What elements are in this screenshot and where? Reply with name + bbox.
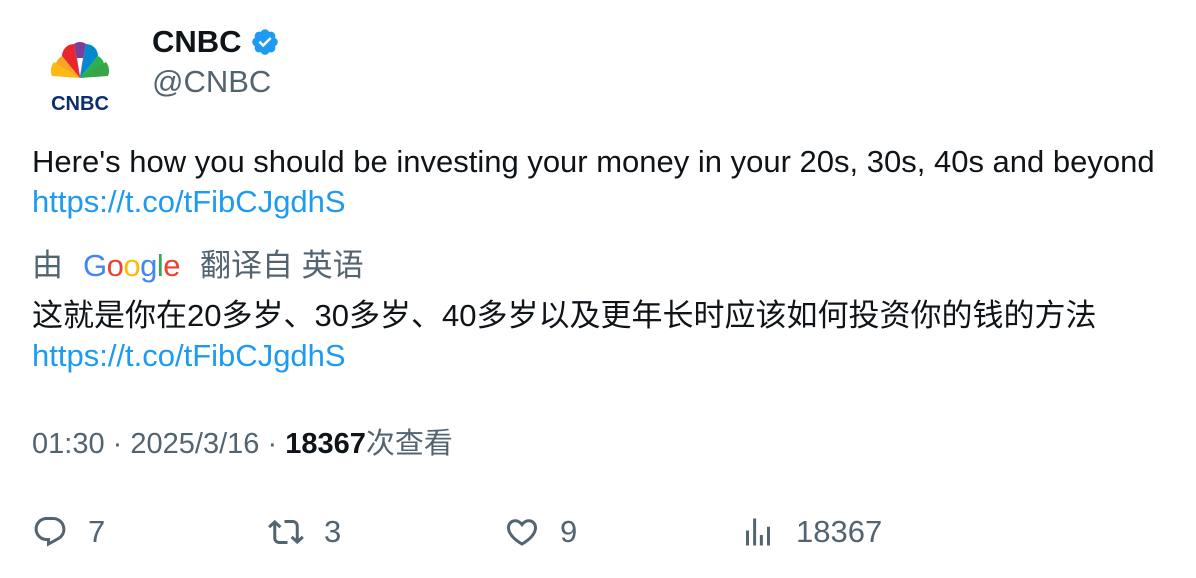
- svg-text:CNBC: CNBC: [51, 93, 109, 115]
- reply-count: 7: [88, 514, 106, 549]
- tweet-date[interactable]: 2025/3/16: [130, 428, 259, 460]
- tweet-header: CNBC CNBC @CNBC: [32, 20, 632, 124]
- avatar[interactable]: CNBC: [32, 28, 128, 124]
- retweet-icon: [268, 519, 304, 545]
- google-logo: Google: [83, 248, 181, 283]
- retweet-count: 3: [324, 514, 342, 549]
- retweet-button[interactable]: 3: [268, 510, 341, 554]
- translation-attribution: 由 Google 翻译自 英语: [32, 246, 364, 286]
- tweet-body: Here's how you should be investing your …: [32, 144, 1155, 179]
- like-count: 9: [560, 514, 578, 549]
- translation-prefix: 由: [32, 248, 63, 283]
- reply-icon: [34, 517, 66, 547]
- tweet-link[interactable]: https://t.co/tFibCJgdhS: [32, 184, 346, 219]
- meta-separator: ·: [112, 428, 123, 460]
- handle[interactable]: @CNBC: [152, 64, 271, 100]
- views-count: 18367: [285, 428, 366, 460]
- verified-badge-icon: [251, 29, 278, 55]
- reply-button[interactable]: 7: [32, 510, 105, 554]
- heart-icon: [506, 519, 538, 546]
- action-bar: 7 3 9 18367: [32, 510, 1172, 558]
- display-name[interactable]: CNBC: [152, 24, 280, 60]
- translated-body: 这就是你在20多岁、30多岁、40多岁以及更年长时应该如何投资你的钱的方法: [32, 298, 1097, 333]
- views-button[interactable]: 18367: [740, 510, 882, 554]
- tweet-text: Here's how you should be investing your …: [32, 142, 1162, 222]
- tweet-time[interactable]: 01:30: [32, 428, 105, 460]
- views-action-count: 18367: [796, 514, 883, 549]
- translation-suffix[interactable]: 翻译自 英语: [200, 246, 364, 286]
- translated-link[interactable]: https://t.co/tFibCJgdhS: [32, 338, 346, 373]
- translated-text: 这就是你在20多岁、30多岁、40多岁以及更年长时应该如何投资你的钱的方法 htt…: [32, 296, 1182, 376]
- analytics-icon: [746, 518, 770, 546]
- views-label: 次查看: [365, 428, 453, 460]
- tweet-meta: 01:30 · 2025/3/16 · 18367次查看: [32, 424, 453, 464]
- like-button[interactable]: 9: [504, 510, 577, 554]
- display-name-text: CNBC: [152, 24, 242, 59]
- meta-separator-2: ·: [267, 428, 278, 460]
- cnbc-peacock-logo: CNBC: [50, 41, 110, 115]
